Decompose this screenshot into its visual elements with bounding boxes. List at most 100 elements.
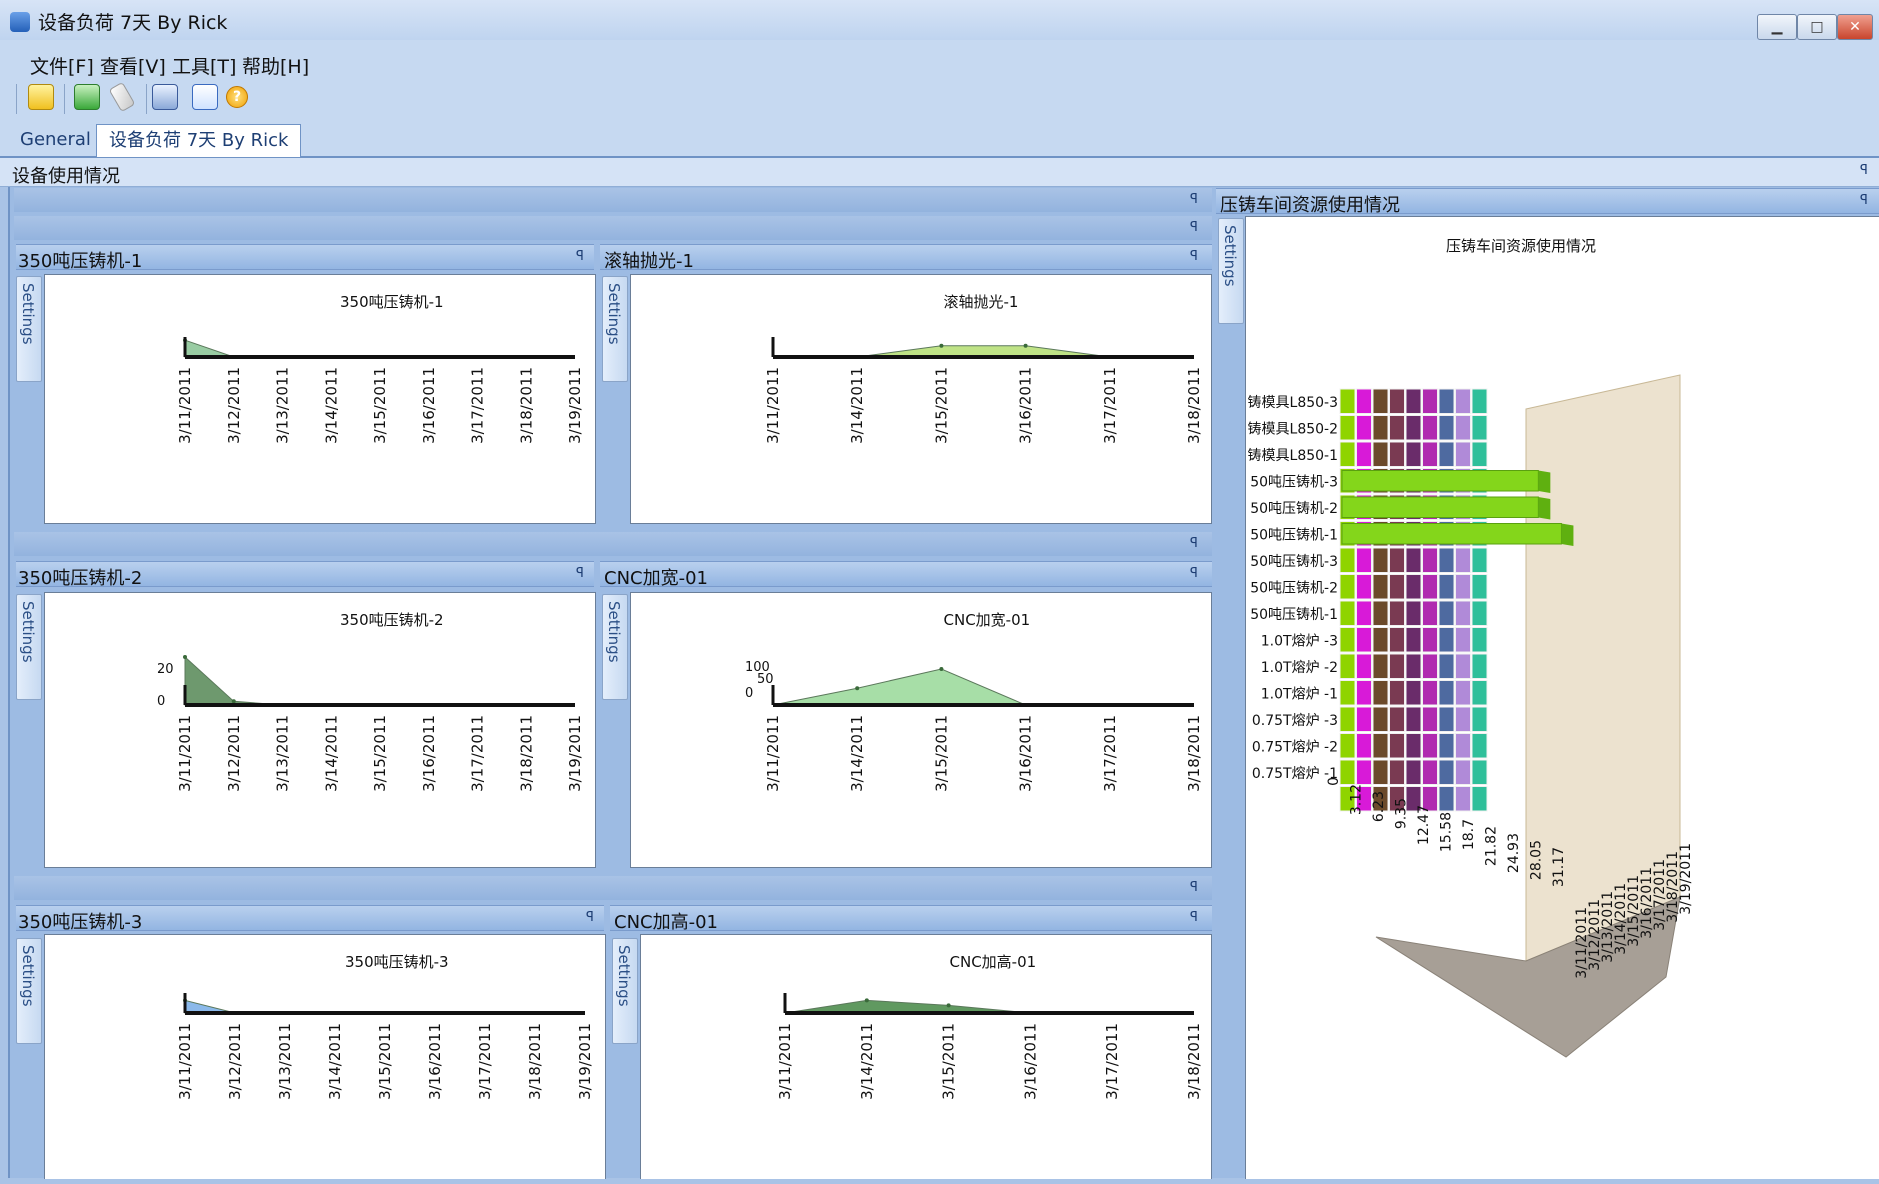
wall-cell <box>1339 600 1356 626</box>
pin-icon[interactable]: ꟼ <box>1190 910 1204 925</box>
wall-cell <box>1422 627 1438 653</box>
preview-icon[interactable] <box>192 84 218 110</box>
x-tick-label: 3/15/2011 <box>932 367 950 444</box>
panel-title: 压铸车间资源使用情况 <box>1220 195 1400 216</box>
wall-cell <box>1455 415 1471 441</box>
minimize-button[interactable]: ▁ <box>1757 14 1797 40</box>
x-tick-label: 3/15/2011 <box>371 367 389 444</box>
help-icon[interactable]: ? <box>226 86 248 108</box>
settings-label: Settings <box>19 601 37 663</box>
settings-tab[interactable]: Settings <box>16 594 42 700</box>
menu-view[interactable]: 查看[V] <box>100 52 166 79</box>
wall-cell <box>1389 733 1405 759</box>
x-tick-label: 3/13/2011 <box>274 367 292 444</box>
pin-icon[interactable]: ꟼ <box>1190 220 1204 235</box>
settings-tab[interactable]: Settings <box>16 276 42 382</box>
menu-help[interactable]: 帮助[H] <box>242 52 309 79</box>
panel-title: 350吨压铸机-2 <box>18 568 143 589</box>
chart-panel: CNC加宽-01 100 50 0 3/11/2011 3/14/2011 3/15/201… <box>630 592 1212 868</box>
data-point <box>231 699 236 704</box>
wall-cell <box>1389 441 1405 467</box>
wall-cell <box>1422 415 1438 441</box>
pin-icon[interactable]: ꟼ <box>1190 566 1204 581</box>
chart-title: CNC加高-01 <box>950 953 1037 971</box>
wall-cell <box>1356 759 1372 785</box>
x-tick-label: 3/14/2011 <box>848 715 866 792</box>
wall-cell <box>1372 574 1389 600</box>
wall-cell <box>1339 627 1356 653</box>
data-point <box>855 686 860 691</box>
wall-cell <box>1356 627 1372 653</box>
wall-cell <box>1438 388 1455 414</box>
chart-panel: 350吨压铸机-3 3/11/2011 3/12/2011 3/13/2011 3/14… <box>44 934 606 1179</box>
wall-cell <box>1339 547 1356 573</box>
pin-icon[interactable]: ꟼ <box>576 249 590 264</box>
wall-cell <box>1471 627 1488 653</box>
wall-cell <box>1422 680 1438 706</box>
pin-icon[interactable]: ꟼ <box>1190 880 1204 895</box>
maximize-button[interactable]: □ <box>1797 14 1837 40</box>
value-tick-label: 28.05 <box>1529 840 1545 880</box>
chart-panel: 350吨压铸机-1 3/11/2011 3/12/2011 3/13/2011 3/14… <box>44 274 596 524</box>
x-tick-label: 3/12/2011 <box>225 715 243 792</box>
wall-cell <box>1372 680 1389 706</box>
wall-cell <box>1471 388 1488 414</box>
tab-device-load[interactable]: 设备负荷 7天 By Rick <box>96 124 302 157</box>
wall-cell <box>1422 574 1438 600</box>
bar <box>1341 496 1539 518</box>
wall-cell <box>1339 574 1356 600</box>
wall-cell <box>1356 653 1372 679</box>
tab-general[interactable]: General <box>8 124 103 156</box>
category-label: 铸模具L850-2 <box>1248 422 1338 438</box>
print-icon[interactable] <box>152 84 178 110</box>
wall-cell <box>1405 547 1422 573</box>
wall-cell <box>1356 441 1372 467</box>
x-tick-label: 3/14/2011 <box>322 715 340 792</box>
refresh-icon[interactable] <box>74 84 100 110</box>
settings-tab[interactable]: Settings <box>602 594 628 700</box>
category-label: 1.0T熔炉 -2 <box>1261 660 1338 676</box>
wall-cell <box>1372 627 1389 653</box>
wall-cell <box>1471 441 1488 467</box>
wall-cell <box>1389 706 1405 732</box>
settings-tab[interactable]: Settings <box>1218 218 1244 324</box>
x-tick-label: 3/18/2011 <box>526 1023 544 1100</box>
settings-tab[interactable]: Settings <box>612 938 638 1044</box>
chart-title: CNC加宽-01 <box>944 611 1031 629</box>
wall-cell <box>1389 680 1405 706</box>
wall-cell <box>1455 547 1471 573</box>
toolbar-separator <box>146 84 147 114</box>
data-point <box>939 667 944 671</box>
wall-cell <box>1471 600 1488 626</box>
menu-tools[interactable]: 工具[T] <box>172 52 236 79</box>
area-chart: 350吨压铸机-1 3/11/2011 3/12/2011 3/13/2011 3/14… <box>176 293 584 444</box>
wall-cell <box>1471 574 1488 600</box>
menu-file[interactable]: 文件[F] <box>30 52 94 79</box>
wall-cell <box>1356 574 1372 600</box>
pin-icon[interactable]: ꟼ <box>576 566 590 581</box>
wall-cell <box>1471 706 1488 732</box>
dock-strip <box>14 876 1212 900</box>
pin-icon[interactable]: ꟼ <box>1860 163 1874 178</box>
wall-cell <box>1372 600 1389 626</box>
x-tick-label: 3/11/2011 <box>764 715 782 792</box>
pin-icon[interactable]: ꟼ <box>1190 536 1204 551</box>
wall-cell <box>1389 415 1405 441</box>
pin-icon[interactable]: ꟼ <box>1190 192 1204 207</box>
close-button[interactable]: ✕ <box>1837 14 1873 40</box>
wall-cell <box>1339 441 1356 467</box>
chart-title: 350吨压铸机-2 <box>340 611 444 629</box>
wall-cell <box>1471 786 1488 812</box>
wall-cell <box>1339 680 1356 706</box>
x-tick-label: 3/11/2011 <box>176 1023 194 1100</box>
panel-title: CNC加高-01 <box>614 912 719 933</box>
folder-icon[interactable] <box>28 84 54 110</box>
settings-tab[interactable]: Settings <box>16 938 42 1044</box>
pin-icon[interactable]: ꟼ <box>1860 193 1874 208</box>
x-tick-label: 3/16/2011 <box>1017 715 1035 792</box>
wall-cell <box>1405 706 1422 732</box>
pin-icon[interactable]: ꟼ <box>586 910 600 925</box>
wall-cell <box>1389 653 1405 679</box>
settings-tab[interactable]: Settings <box>602 276 628 382</box>
pin-icon[interactable]: ꟼ <box>1190 249 1204 264</box>
